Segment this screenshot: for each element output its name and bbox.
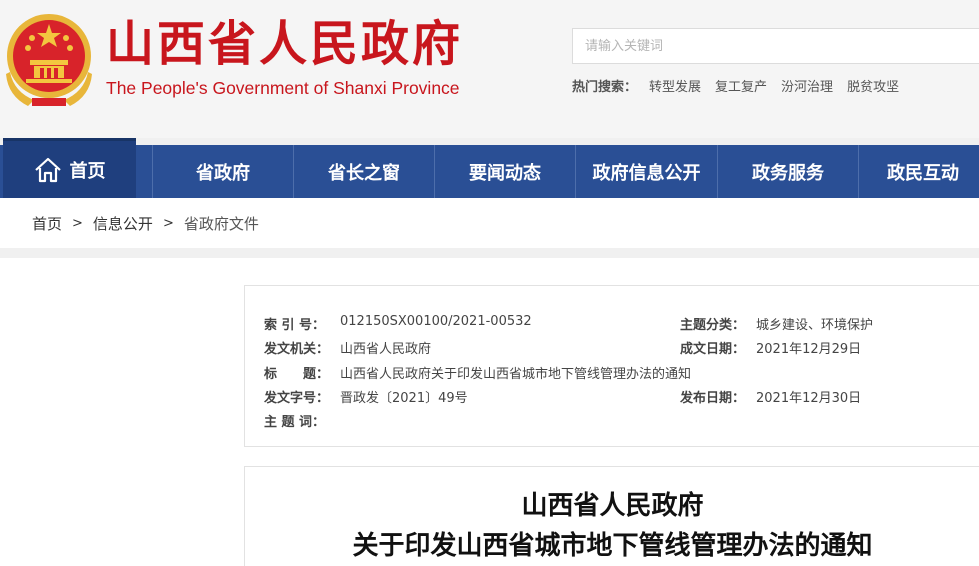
nav-label: 首页 [69,160,106,182]
nav-item-province-gov[interactable]: 省政府 [152,145,293,198]
breadcrumb-home[interactable]: 首页 [32,213,62,234]
meta-value: 晋政发〔2021〕49号 [340,391,468,406]
hot-search-link[interactable]: 脱贫攻坚 [847,76,899,95]
meta-label: 成文日期： [680,342,746,357]
meta-label: 主题分类： [680,318,746,333]
meta-label: 发文字号： [264,391,330,406]
site-header: 山西省人民政府 The People's Government of Shanx… [0,0,979,138]
national-emblem-icon[interactable] [4,12,94,108]
nav-item-governor[interactable]: 省长之窗 [293,145,434,198]
meta-label: 标 题： [264,367,330,382]
meta-title: 标 题： 山西省人民政府关于印发山西省城市地下管线管理办法的通知 [264,363,691,382]
meta-created-date: 成文日期： 2021年12月29日 [680,338,861,357]
breadcrumb-info-disclosure[interactable]: 信息公开 [93,213,153,234]
nav-label: 政民互动 [887,162,959,184]
meta-doc-no: 发文字号： 晋政发〔2021〕49号 [264,387,468,406]
hot-search-label: 热门搜索： [572,80,638,95]
nav-label: 省长之窗 [328,162,400,184]
site-subtitle: The People's Government of Shanxi Provin… [106,78,460,98]
nav-item-home[interactable]: 首页 [3,138,136,198]
site-title: 山西省人民政府 [106,16,464,72]
meta-value: 2021年12月29日 [756,342,862,357]
document-title-line2: 关于印发山西省城市地下管线管理办法的通知 [352,531,873,561]
nav-item-news[interactable]: 要闻动态 [434,145,575,198]
breadcrumb: 首页 > 信息公开 > 省政府文件 [0,198,979,248]
search-input[interactable] [572,28,979,64]
meta-issuer: 发文机关： 山西省人民政府 [264,338,431,357]
meta-value: 山西省人民政府关于印发山西省城市地下管线管理办法的通知 [340,367,692,382]
nav-label: 政务服务 [752,162,824,184]
nav-label: 省政府 [196,162,250,184]
meta-value: 山西省人民政府 [340,342,432,357]
hot-search-link[interactable]: 复工复产 [715,76,767,95]
home-icon [34,157,61,182]
hot-search-link[interactable]: 转型发展 [649,76,701,95]
meta-label: 发文机关： [264,342,330,357]
meta-value: 2021年12月30日 [756,391,862,406]
main-nav: 首页 省政府 省长之窗 要闻动态 政府信息公开 政务服务 政民互动 [0,138,979,198]
hot-search-link[interactable]: 汾河治理 [781,76,833,95]
document-title-line1: 山西省人民政府 [521,491,704,521]
nav-item-services[interactable]: 政务服务 [717,145,858,198]
meta-label: 索 引 号： [264,318,326,333]
document-meta-box: 索 引 号： 012150SX00100/2021-00532 主题分类： 城乡… [244,285,979,447]
meta-index-no: 索 引 号： 012150SX00100/2021-00532 [264,314,532,333]
nav-label: 要闻动态 [469,162,541,184]
meta-value: 城乡建设、环境保护 [756,318,874,333]
meta-label: 发布日期： [680,391,746,406]
meta-topic: 主题分类： 城乡建设、环境保护 [680,314,873,333]
meta-published-date: 发布日期： 2021年12月30日 [680,387,861,406]
breadcrumb-separator: > [72,215,83,231]
breadcrumb-current[interactable]: 省政府文件 [184,213,259,234]
document-body: 山西省人民政府 关于印发山西省城市地下管线管理办法的通知 [244,466,979,566]
meta-keywords: 主 题 词： [264,411,340,430]
hot-search-row: 热门搜索： 转型发展 复工复产 汾河治理 脱贫攻坚 [572,76,913,95]
breadcrumb-separator: > [162,215,174,231]
meta-label: 主 题 词： [264,415,326,430]
nav-item-info-disclosure[interactable]: 政府信息公开 [575,145,717,198]
nav-item-interaction[interactable]: 政民互动 [858,145,979,198]
meta-value: 012150SX00100/2021-00532 [340,314,532,329]
nav-label: 政府信息公开 [592,162,701,184]
